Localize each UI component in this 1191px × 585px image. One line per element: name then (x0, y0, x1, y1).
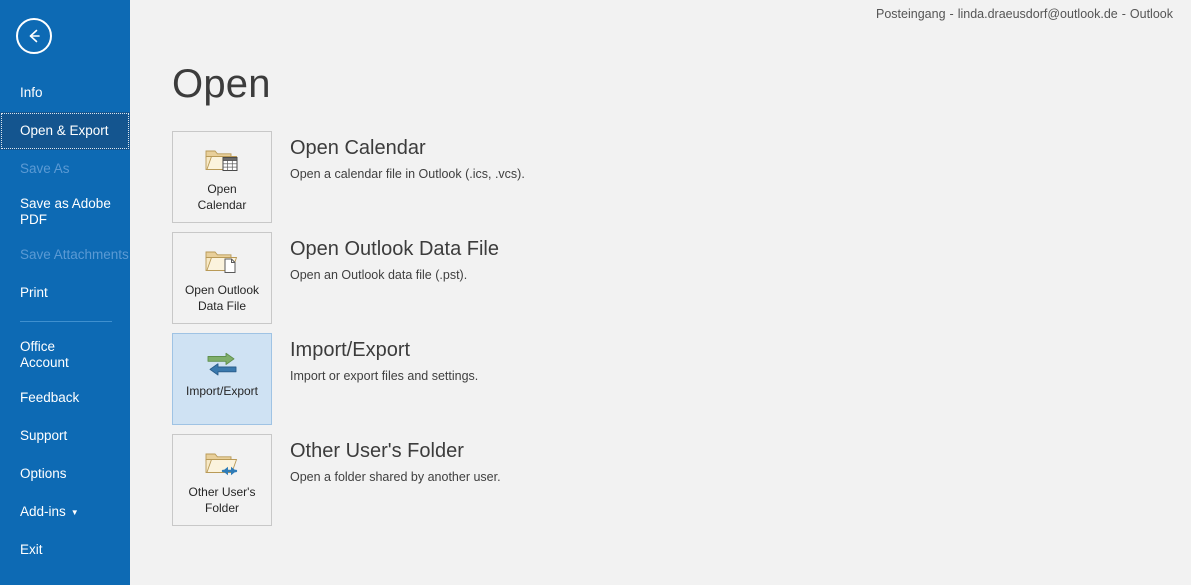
tile-caption: Open Calendar (194, 182, 251, 213)
open-options-list: Open Calendar Open Calendar Open a calenda… (130, 131, 1191, 526)
sidebar-item-info[interactable]: Info (0, 74, 130, 112)
sidebar-item-feedback[interactable]: Feedback (0, 379, 130, 417)
option-description-block: Open Calendar Open a calendar file in Out… (272, 131, 525, 181)
sidebar-item-save-as-adobe-pdf[interactable]: Save as Adobe PDF (0, 188, 130, 236)
sidebar-item-label: Save as Adobe PDF (20, 196, 111, 228)
option-title[interactable]: Import/Export (290, 339, 478, 362)
sidebar-item-add-ins[interactable]: Add-ins ▼ (0, 493, 130, 531)
sidebar-item-support[interactable]: Support (0, 417, 130, 455)
sidebar-item-options[interactable]: Options (0, 455, 130, 493)
open-option-row: Open Outlook Data FileOpen Outlook Data … (172, 232, 1191, 324)
open-option-row: Other User's Folder Other User's Folder Op… (172, 434, 1191, 526)
option-description-block: Open Outlook Data File Open an Outlook da… (272, 232, 499, 282)
open-option-row: Import/Export Import/Export Import or expo… (172, 333, 1191, 425)
option-description: Open an Outlook data file (.pst). (290, 268, 499, 282)
sidebar-item-exit[interactable]: Exit (0, 531, 130, 569)
sidebar-nav-list: Info Open & Export Save As Save as Adobe PD… (0, 72, 130, 569)
sidebar-item-label: Options (20, 466, 67, 482)
option-title[interactable]: Open Calendar (290, 137, 525, 160)
sidebar-item-label: Info (20, 85, 43, 101)
option-description-block: Other User's Folder Open a folder shared … (272, 434, 501, 484)
tile-open-calendar[interactable]: Open Calendar (172, 131, 272, 223)
title-separator-2: - (1122, 7, 1126, 21)
page-title: Open (130, 28, 1191, 104)
open-option-row: Open Calendar Open Calendar Open a calenda… (172, 131, 1191, 223)
sidebar-item-label: Feedback (20, 390, 79, 406)
sidebar-item-save-attachments: Save Attachments (0, 236, 130, 274)
option-description-block: Import/Export Import or export files and … (272, 333, 478, 383)
folder-calendar-icon (203, 145, 241, 177)
sidebar-item-label: Office Account (20, 339, 69, 371)
title-separator-1: - (950, 7, 954, 21)
option-description: Import or export files and settings. (290, 369, 478, 383)
sidebar-item-open-export[interactable]: Open & Export (0, 112, 130, 150)
sidebar-item-print[interactable]: Print (0, 274, 130, 312)
import-export-arrows-icon (203, 347, 241, 379)
folder-calendar-icon (203, 144, 241, 178)
option-description: Open a folder shared by another user. (290, 470, 501, 484)
sidebar-item-save-as: Save As (0, 150, 130, 188)
option-description: Open a calendar file in Outlook (.ics, .… (290, 167, 525, 181)
sidebar-item-label: Add-ins (20, 504, 66, 520)
folder-shared-icon (203, 448, 241, 480)
tile-caption: Import/Export (182, 384, 262, 400)
sidebar-item-label: Save As (20, 161, 70, 177)
sidebar-item-label: Open & Export (20, 123, 109, 139)
import-export-arrows-icon (203, 346, 241, 380)
folder-document-icon (203, 246, 241, 278)
sidebar-item-label: Exit (20, 542, 43, 558)
option-title[interactable]: Open Outlook Data File (290, 238, 499, 261)
sidebar-item-label: Save Attachments (20, 247, 129, 263)
tile-other-user-s-folder[interactable]: Other User's Folder (172, 434, 272, 526)
title-account: linda.draeusdorf@outlook.de (958, 7, 1118, 21)
folder-document-icon (203, 245, 241, 279)
back-button[interactable] (16, 18, 52, 54)
sidebar-item-office-account[interactable]: Office Account (0, 331, 130, 379)
back-arrow-icon (24, 26, 44, 46)
sidebar-item-label: Print (20, 285, 48, 301)
tile-caption: Other User's Folder (185, 485, 260, 516)
option-title[interactable]: Other User's Folder (290, 440, 501, 463)
tile-import-export[interactable]: Import/Export (172, 333, 272, 425)
folder-shared-icon (203, 447, 241, 481)
tile-open-outlook-data-file[interactable]: Open Outlook Data File (172, 232, 272, 324)
sidebar-divider (20, 321, 112, 322)
outlook-backstage-view: Info Open & Export Save As Save as Adobe PD… (0, 0, 1191, 585)
title-app: Outlook (1130, 7, 1173, 21)
chevron-down-icon: ▼ (71, 508, 79, 518)
backstage-main: Posteingang - linda.draeusdorf@outlook.d… (130, 0, 1191, 585)
back-button-container (0, 0, 130, 72)
window-title-bar: Posteingang - linda.draeusdorf@outlook.d… (130, 0, 1191, 28)
tile-caption: Open Outlook Data File (181, 283, 263, 314)
title-document: Posteingang (876, 7, 946, 21)
backstage-sidebar: Info Open & Export Save As Save as Adobe PD… (0, 0, 130, 585)
sidebar-item-label: Support (20, 428, 67, 444)
